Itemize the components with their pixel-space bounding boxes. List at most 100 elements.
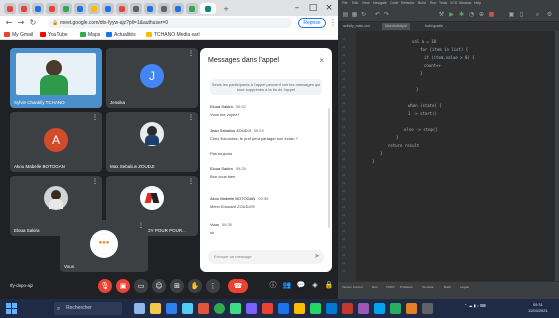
tab-11[interactable] <box>144 3 156 14</box>
attach-icon[interactable]: ⊕ <box>478 11 485 18</box>
bookmark-maps[interactable]: Maps <box>80 31 100 39</box>
status-terminal[interactable]: Terminal <box>422 285 433 289</box>
tab-3[interactable] <box>32 3 44 14</box>
edge-icon[interactable] <box>166 303 177 314</box>
menu-view[interactable]: View <box>362 1 370 5</box>
menu-refactor[interactable]: Refactor <box>401 1 414 5</box>
whatsapp-icon[interactable] <box>310 303 321 314</box>
captions-icon[interactable]: ▭ <box>134 279 148 293</box>
system-tray-icons[interactable]: ⌃ ☁ ▮ ♪ ⌨ <box>464 303 486 308</box>
bookmark-youtube[interactable]: YouTube <box>40 31 68 39</box>
tab-10[interactable] <box>130 3 142 14</box>
save-icon[interactable]: ▦ <box>351 11 358 18</box>
chat-icon[interactable]: 💬 <box>296 280 306 290</box>
tab-1[interactable] <box>4 3 16 14</box>
taskbar-clock[interactable]: 09:31 11/03/2021 <box>528 302 548 314</box>
profile-button[interactable]: Reprise <box>298 18 326 28</box>
camera-off-icon[interactable]: ▣ <box>116 279 130 293</box>
raise-hand-icon[interactable]: ✋ <box>188 279 202 293</box>
more-icon[interactable]: ⋮ <box>138 223 144 229</box>
word-icon[interactable] <box>326 303 337 314</box>
tab-12[interactable] <box>158 3 170 14</box>
status-version-control[interactable]: Version Control <box>342 285 363 289</box>
office-icon[interactable] <box>198 303 209 314</box>
more-icon[interactable]: ⋮ <box>92 179 98 185</box>
redo-icon[interactable]: ↷ <box>383 11 390 18</box>
start-button[interactable] <box>6 303 17 314</box>
lock-icon[interactable]: 🔒 <box>324 280 334 290</box>
sync-icon[interactable]: ↻ <box>360 11 367 18</box>
tab-2[interactable] <box>18 3 30 14</box>
sdk-icon[interactable]: ▣ <box>508 11 515 18</box>
status-build[interactable]: Build <box>444 285 451 289</box>
search-icon[interactable]: ⌕ <box>534 11 541 18</box>
app-icon[interactable] <box>358 303 369 314</box>
more-icon[interactable]: ⋮ <box>92 115 98 121</box>
present-icon[interactable]: ⊞ <box>170 279 184 293</box>
forward-icon[interactable]: → <box>16 18 26 28</box>
participant-tile-4[interactable]: ⋮ Max Sebalius ZOUDJI <box>106 112 198 172</box>
menu-navigate[interactable]: Navigate <box>373 1 387 5</box>
app-icon[interactable] <box>262 303 273 314</box>
participant-tile-1[interactable]: Sylvie Chantilly TCHANO <box>10 48 102 108</box>
app-icon[interactable] <box>390 303 401 314</box>
menu-build[interactable]: Build <box>418 1 426 5</box>
app-icon[interactable] <box>278 303 289 314</box>
code-editor[interactable]: val a = 10 for (item in list) { if (item… <box>360 31 555 281</box>
activities-icon[interactable]: ◈ <box>310 280 320 290</box>
tab-8[interactable] <box>102 3 114 14</box>
bookmark-news[interactable]: Actualités <box>106 31 136 39</box>
app-icon[interactable] <box>422 303 433 314</box>
new-tab-button[interactable]: + <box>220 3 232 14</box>
pdf-icon[interactable] <box>342 303 353 314</box>
tab-14[interactable] <box>186 3 198 14</box>
status-run[interactable]: Run <box>372 285 378 289</box>
mic-off-icon[interactable]: 🎙 <box>98 279 112 293</box>
people-icon[interactable]: 👥 <box>282 280 292 290</box>
taskbar-search[interactable]: ⌕ Rechercher <box>54 302 122 315</box>
menu-vcs[interactable]: VCS <box>450 1 457 5</box>
menu-file[interactable]: File <box>342 1 348 5</box>
chrome-icon[interactable] <box>214 303 225 314</box>
file-explorer-icon[interactable] <box>150 303 161 314</box>
reload-icon[interactable]: ↻ <box>28 18 38 28</box>
more-icon[interactable]: ⋮ <box>188 179 194 185</box>
editor-tab-active[interactable]: MainActivity.kt <box>382 23 411 30</box>
end-call-button[interactable]: ☎ <box>228 279 248 293</box>
info-icon[interactable]: ⓘ <box>268 280 278 290</box>
tab-6[interactable] <box>74 3 86 14</box>
minimize-icon[interactable]: – <box>290 2 304 14</box>
menu-edit[interactable]: Edit <box>352 1 358 5</box>
menu-icon[interactable]: ⋮ <box>328 18 338 28</box>
status-problems[interactable]: Problems <box>400 285 413 289</box>
participant-tile-self[interactable]: ●●● ⋮ Vous <box>60 220 148 272</box>
back-icon[interactable]: ← <box>4 18 14 28</box>
bookmark-tchano[interactable]: TCHANO Media sarl <box>146 31 200 39</box>
more-options-icon[interactable]: ⋮ <box>206 279 220 293</box>
hammer-icon[interactable]: ⚒ <box>438 11 445 18</box>
debug-icon[interactable]: ✱ <box>458 11 465 18</box>
send-icon[interactable]: ➤ <box>314 252 320 262</box>
task-view-icon[interactable] <box>134 303 145 314</box>
folder-icon[interactable]: ▤ <box>342 11 349 18</box>
url-field[interactable]: 🔒 meet.google.com/dtx-fyyw-ajz?pli=1&aut… <box>48 18 292 28</box>
editor-tab[interactable]: build.gradle <box>422 23 446 30</box>
settings-icon[interactable]: ⚙ <box>546 11 553 18</box>
menu-code[interactable]: Code <box>390 1 398 5</box>
android-studio-icon[interactable] <box>230 303 241 314</box>
app-icon[interactable] <box>374 303 385 314</box>
status-logcat[interactable]: Logcat <box>460 285 469 289</box>
tab-9[interactable] <box>116 3 128 14</box>
participant-tile-3[interactable]: A ⋮ Akou Mabelle BOTOGAN <box>10 112 102 172</box>
editor-tab[interactable]: activity_main.xml <box>340 23 373 30</box>
close-icon[interactable]: × <box>319 56 324 65</box>
app-icon[interactable] <box>406 303 417 314</box>
chat-input[interactable]: Envoyer un message ➤ <box>208 250 324 264</box>
menu-tools[interactable]: Tools <box>439 1 447 5</box>
bookmark-gmail[interactable]: My Gmail <box>4 31 33 39</box>
run-icon[interactable]: ▶ <box>448 11 455 18</box>
tab-google-meet[interactable] <box>200 3 216 14</box>
app-icon[interactable] <box>294 303 305 314</box>
emoji-icon[interactable]: ☺ <box>152 279 166 293</box>
store-icon[interactable] <box>182 303 193 314</box>
